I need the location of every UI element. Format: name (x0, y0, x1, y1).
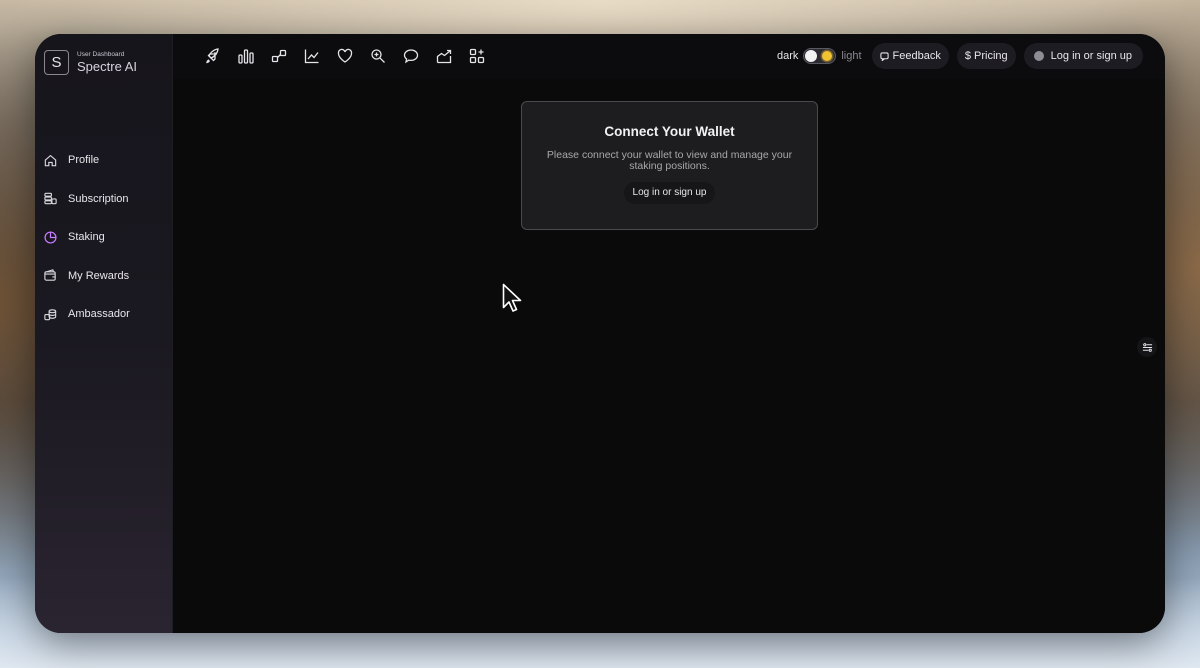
app-window: S User Dashboard Spectre AI Profile Subs… (35, 34, 1165, 633)
sidebar-nav: Profile Subscription Staking My Rewards … (43, 141, 130, 334)
bar-chart-icon (238, 49, 254, 64)
brand[interactable]: S User Dashboard Spectre AI (44, 50, 137, 75)
login-button[interactable]: Log in or sign up (1023, 43, 1143, 69)
theme-switch: dark light (777, 48, 862, 64)
pricing-label: $ Pricing (964, 50, 1008, 62)
magnify-icon (371, 49, 385, 63)
sidebar-item-subscription[interactable]: Subscription (43, 180, 130, 219)
apps-icon (469, 48, 485, 64)
top-bar: dark light Feedback $ Pricing Log in or … (173, 34, 1165, 79)
feedback-icon (879, 51, 889, 61)
coin-stack-icon (44, 309, 57, 320)
feedback-button[interactable]: Feedback (871, 43, 949, 69)
home-icon (44, 154, 57, 166)
tool-heart[interactable] (330, 42, 360, 70)
tool-growth[interactable] (429, 42, 459, 70)
sidebar-item-label: Subscription (68, 192, 129, 205)
sidebar-item-ambassador[interactable]: Ambassador (43, 295, 130, 334)
tool-chat[interactable] (396, 42, 426, 70)
moon-icon (805, 50, 818, 62)
rocket-icon (206, 48, 219, 64)
main-content: Connect Your Wallet Please connect your … (173, 79, 1165, 633)
sidebar-item-label: Staking (68, 231, 105, 244)
pie-chart-icon (44, 231, 57, 244)
connect-wallet-card: Connect Your Wallet Please connect your … (521, 101, 818, 230)
tool-bar-chart[interactable] (231, 42, 261, 70)
sliders-icon (1142, 342, 1152, 352)
theme-dark-label: dark (776, 50, 799, 62)
feedback-label: Feedback (892, 50, 941, 62)
nodes-icon (271, 49, 287, 63)
card-login-button[interactable]: Log in or sign up (623, 182, 716, 204)
pricing-button[interactable]: $ Pricing (956, 43, 1016, 69)
tool-line-chart[interactable] (297, 42, 327, 70)
settings-widget[interactable] (1137, 337, 1157, 357)
tool-apps[interactable] (462, 42, 492, 70)
login-label: Log in or sign up (1050, 50, 1132, 62)
growth-icon (436, 49, 452, 64)
line-chart-icon (304, 49, 319, 64)
theme-toggle[interactable] (803, 48, 837, 64)
user-icon (1033, 51, 1044, 61)
sidebar-item-label: Profile (68, 154, 100, 167)
card-description: Please connect your wallet to view and m… (546, 149, 793, 172)
card-title: Connect Your Wallet (604, 124, 735, 139)
coins-icon (44, 193, 57, 205)
sidebar-item-label: My Rewards (68, 269, 130, 282)
sidebar-item-label: Ambassador (68, 308, 130, 321)
mouse-cursor-icon (502, 283, 522, 312)
chat-icon (403, 49, 419, 64)
tool-rocket[interactable] (198, 42, 228, 70)
tool-magnify[interactable] (363, 42, 393, 70)
sun-icon (822, 51, 833, 61)
brand-name: Spectre AI (77, 59, 137, 74)
sidebar-item-my-rewards[interactable]: My Rewards (43, 257, 130, 296)
wallet-icon (44, 269, 56, 281)
sidebar-item-profile[interactable]: Profile (43, 141, 130, 180)
sidebar-item-staking[interactable]: Staking (43, 218, 130, 257)
brand-subtitle: User Dashboard (77, 51, 125, 58)
top-bar-actions: dark light Feedback $ Pricing Log in or … (777, 42, 1143, 70)
tool-icons (198, 42, 492, 70)
brand-logo: S (44, 50, 69, 75)
theme-light-label: light (841, 50, 862, 62)
heart-icon (337, 48, 353, 63)
sidebar: S User Dashboard Spectre AI Profile Subs… (35, 34, 173, 633)
tool-nodes[interactable] (264, 42, 294, 70)
